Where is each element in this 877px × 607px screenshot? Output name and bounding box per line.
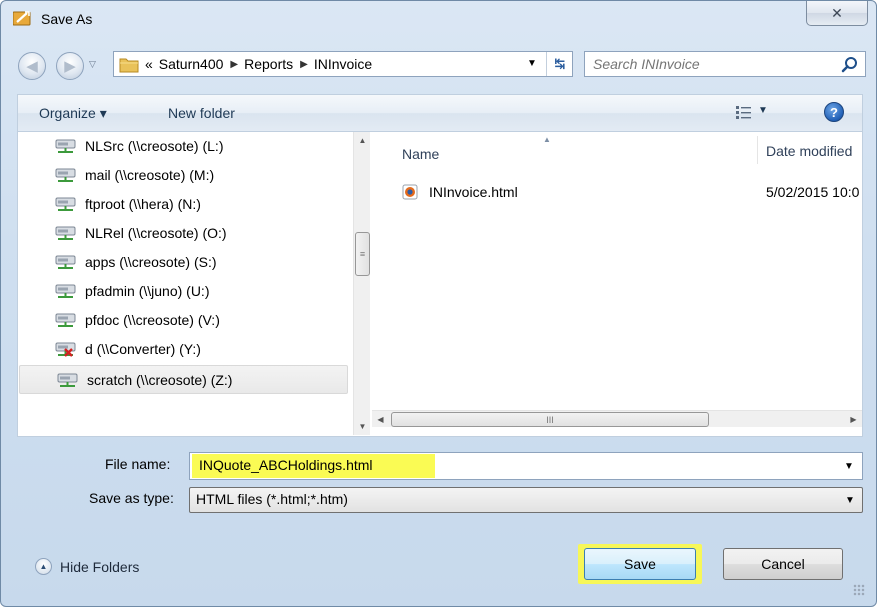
network-drive-icon [55,284,76,298]
tree-item-label: apps (\\creosote) (S:) [85,254,217,270]
chevron-down-icon[interactable]: ▼ [845,495,855,506]
search-box[interactable] [584,51,866,77]
collapse-up-icon[interactable]: ▲ [35,558,52,575]
address-bar[interactable]: « Saturn400 ▶ Reports ▶ INInvoice ▼ ↹ [113,51,573,77]
address-dropdown-icon[interactable]: ▼ [527,58,537,69]
help-icon: ? [830,104,838,120]
save-as-dialog: Save As ✕ ◀ ▶ ▽ « Saturn400 ▶ Reports ▶ … [0,0,877,607]
network-drive-icon [55,139,76,153]
chevron-down-icon[interactable]: ▼ [844,461,854,472]
network-drive-icon [55,197,76,211]
tree-item-label: pfdoc (\\creosote) (V:) [85,312,220,328]
network-drive-icon [57,373,78,387]
hide-folders-label[interactable]: Hide Folders [60,559,139,575]
save-button[interactable]: Save [584,548,696,580]
scroll-down-arrow-icon[interactable]: ▼ [354,418,371,435]
tree-item-drive[interactable]: pfadmin (\\juno) (U:) [18,277,348,306]
tree-item-label: scratch (\\creosote) (Z:) [87,372,233,388]
scroll-right-arrow-icon[interactable]: ▶ [845,411,862,428]
file-list-horizontal-scrollbar[interactable]: ◀ III ▶ [372,410,862,427]
tree-item-drive[interactable]: pfdoc (\\creosote) (V:) [18,306,348,335]
scroll-left-arrow-icon[interactable]: ◀ [372,411,389,428]
window-title: Save As [41,11,93,27]
hide-folders-toggle[interactable]: ▲ Hide Folders [35,558,139,575]
navigation-bar: ◀ ▶ ▽ « Saturn400 ▶ Reports ▶ INInvoice … [1,45,876,85]
column-header-name[interactable]: Name [402,146,439,162]
file-name-label: File name: [105,456,171,472]
tree-item-label: NLSrc (\\creosote) (L:) [85,138,224,154]
refresh-icon: ↹ [554,56,566,71]
breadcrumb-overflow[interactable]: « [145,56,153,72]
scroll-thumb[interactable]: ≡ [355,232,370,276]
view-options-icon[interactable] [736,106,752,120]
tree-item-drive[interactable]: d (\\Converter) (Y:) [18,335,348,364]
scroll-up-arrow-icon[interactable]: ▲ [354,132,371,149]
cancel-button[interactable]: Cancel [723,548,843,580]
arrow-left-icon: ◀ [26,58,38,75]
network-drive-icon [55,313,76,327]
close-icon: ✕ [831,4,843,21]
breadcrumb-separator-icon[interactable]: ▶ [230,59,238,70]
forward-button[interactable]: ▶ [56,52,84,80]
file-row[interactable]: INInvoice.html 5/02/2015 10:0 [402,182,862,204]
close-button[interactable]: ✕ [806,1,868,26]
save-as-type-label: Save as type: [89,490,174,506]
tree-item-label: d (\\Converter) (Y:) [85,341,201,357]
column-divider[interactable] [757,136,758,164]
tree-item-drive[interactable]: scratch (\\creosote) (Z:) [19,365,348,394]
save-as-app-icon [13,11,31,26]
file-name-field[interactable]: INQuote_ABCHoldings.html ▼ [189,452,863,480]
title-bar: Save As ✕ [1,1,876,37]
tree-item-label: pfadmin (\\juno) (U:) [85,283,210,299]
tree-item-drive[interactable]: ftproot (\\hera) (N:) [18,190,348,219]
breadcrumb-ininvoice[interactable]: INInvoice [314,56,372,72]
view-dropdown-icon[interactable]: ▼ [758,105,768,116]
save-as-type-select[interactable]: HTML files (*.html;*.htm) ▼ [189,487,863,513]
breadcrumb-reports[interactable]: Reports [244,56,293,72]
search-input[interactable] [593,55,833,73]
breadcrumb-saturn400[interactable]: Saturn400 [159,56,224,72]
folder-icon [119,58,139,73]
search-icon[interactable] [841,56,859,74]
sort-ascending-icon: ▲ [543,135,551,144]
tree-item-drive[interactable]: mail (\\creosote) (M:) [18,161,348,190]
resize-grip[interactable] [853,584,865,596]
column-header-date-modified[interactable]: Date modified [766,143,852,159]
tree-item-label: mail (\\creosote) (M:) [85,167,215,183]
file-name-value[interactable]: INQuote_ABCHoldings.html [199,457,373,473]
network-drive-icon [55,255,76,269]
new-folder-button[interactable]: New folder [168,105,235,121]
network-drive-icon [55,168,76,182]
tree-item-label: NLRel (\\creosote) (O:) [85,225,227,241]
file-name: INInvoice.html [429,184,518,200]
help-button[interactable]: ? [824,102,844,122]
disconnected-drive-icon [55,342,76,357]
refresh-button[interactable]: ↹ [546,52,573,76]
organize-menu[interactable]: Organize ▾ [39,105,107,122]
back-button[interactable]: ◀ [18,52,46,80]
command-toolbar: Organize ▾ New folder ▼ ? [17,94,863,132]
breadcrumb-separator-icon[interactable]: ▶ [300,59,308,70]
tree-item-drive[interactable]: NLSrc (\\creosote) (L:) [18,132,348,161]
navigation-pane: NLSrc (\\creosote) (L:) mail (\\creosote)… [18,132,371,435]
recent-locations-dropdown[interactable]: ▽ [89,59,96,70]
save-as-type-value: HTML files (*.html;*.htm) [196,491,348,507]
network-drive-icon [55,226,76,240]
file-list-pane: ▲ Name Date modified INInvoice.html 5/02… [372,132,862,435]
horizontal-scroll-thumb[interactable]: III [391,412,709,427]
html-file-icon [402,184,418,200]
browser-panes: NLSrc (\\creosote) (L:) mail (\\creosote)… [17,132,863,437]
tree-item-drive[interactable]: apps (\\creosote) (S:) [18,248,348,277]
nav-pane-scrollbar[interactable]: ▲ ≡ ▼ [353,132,370,435]
tree-item-label: ftproot (\\hera) (N:) [85,196,201,212]
arrow-right-icon: ▶ [64,58,76,75]
tree-item-drive[interactable]: NLRel (\\creosote) (O:) [18,219,348,248]
file-date-modified: 5/02/2015 10:0 [766,184,860,200]
